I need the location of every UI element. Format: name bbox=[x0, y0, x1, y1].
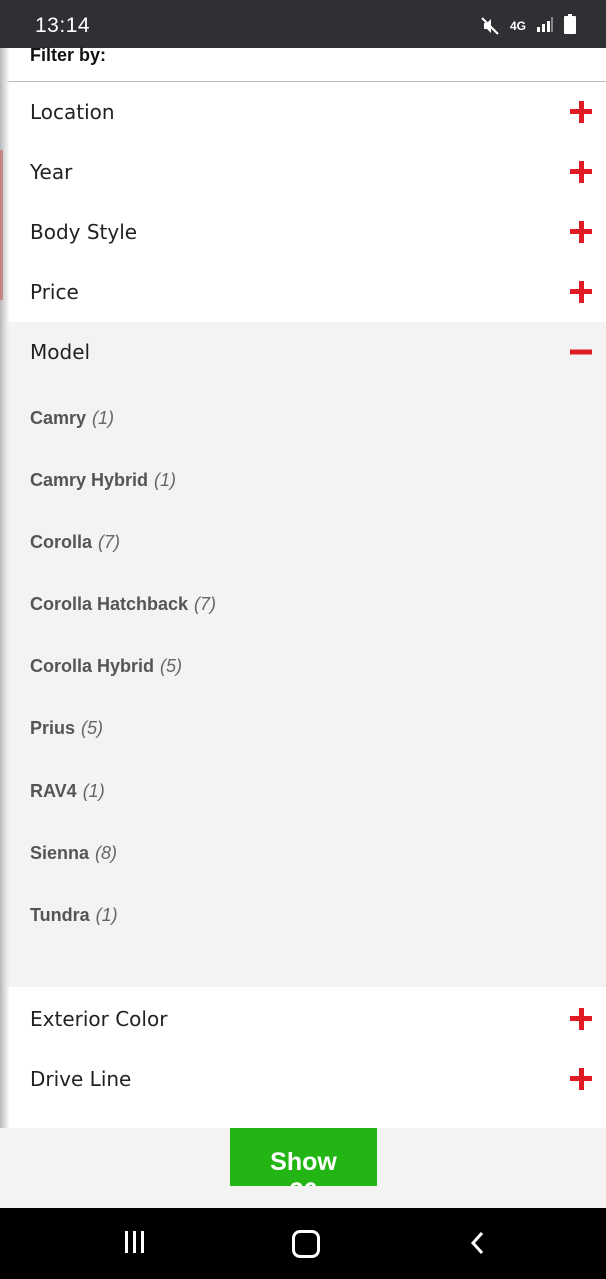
filter-row-label: Price bbox=[30, 280, 79, 304]
model-option-corolla-hatchback[interactable]: Corolla Hatchback (7) bbox=[30, 594, 216, 615]
show-results-button[interactable]: Show 36 bbox=[230, 1128, 377, 1186]
model-option-count: (8) bbox=[95, 843, 118, 863]
plus-icon[interactable] bbox=[570, 221, 592, 243]
model-option-name: Camry Hybrid bbox=[30, 470, 149, 490]
filter-page: Filter by: Location Year Body Style Pric… bbox=[0, 45, 606, 1128]
filter-row-body-style[interactable]: Body Style bbox=[0, 202, 606, 262]
model-option-name: RAV4 bbox=[30, 781, 77, 801]
model-option-camry-hybrid[interactable]: Camry Hybrid (1) bbox=[30, 470, 176, 491]
filter-row-year[interactable]: Year bbox=[0, 142, 606, 202]
model-option-count: (1) bbox=[154, 470, 177, 490]
home-icon[interactable] bbox=[292, 1230, 320, 1258]
model-option-corolla[interactable]: Corolla (7) bbox=[30, 532, 120, 553]
model-option-name: Camry bbox=[30, 408, 87, 428]
model-option-rav4[interactable]: RAV4 (1) bbox=[30, 781, 105, 802]
status-bar: 13:14 4G bbox=[0, 0, 606, 48]
model-option-name: Sienna bbox=[30, 843, 90, 863]
recent-apps-icon[interactable] bbox=[122, 1231, 150, 1257]
system-nav-bar bbox=[0, 1208, 606, 1279]
filter-title: Filter by: bbox=[30, 45, 107, 65]
plus-icon[interactable] bbox=[570, 101, 592, 123]
plus-icon[interactable] bbox=[570, 1068, 592, 1090]
minus-icon[interactable] bbox=[570, 349, 592, 355]
filter-row-model[interactable]: Model bbox=[0, 322, 606, 382]
plus-icon[interactable] bbox=[570, 1008, 592, 1030]
filter-row-price[interactable]: Price bbox=[0, 262, 606, 322]
filter-row-label: Location bbox=[30, 100, 115, 124]
model-option-prius[interactable]: Prius (5) bbox=[30, 718, 103, 739]
back-icon[interactable] bbox=[468, 1230, 488, 1256]
battery-icon bbox=[564, 14, 576, 38]
mute-icon bbox=[480, 16, 500, 36]
model-option-count: (1) bbox=[92, 408, 115, 428]
filter-row-label: Year bbox=[30, 160, 73, 184]
model-option-count: (7) bbox=[194, 594, 217, 614]
model-option-name: Corolla bbox=[30, 532, 93, 552]
filter-row-exterior-color[interactable]: Exterior Color bbox=[0, 989, 606, 1049]
model-option-count: (1) bbox=[95, 905, 118, 925]
model-panel: Model Camry (1) Camry Hybrid (1) Corolla (7… bbox=[0, 322, 606, 987]
model-option-count: (5) bbox=[160, 656, 183, 676]
model-option-count: (1) bbox=[82, 781, 105, 801]
filter-row-location[interactable]: Location bbox=[0, 82, 606, 142]
status-icons: 4G bbox=[480, 14, 576, 38]
model-option-corolla-hybrid[interactable]: Corolla Hybrid (5) bbox=[30, 656, 182, 677]
filter-row-label: Model bbox=[30, 340, 91, 364]
model-option-count: (5) bbox=[81, 718, 104, 738]
signal-icon bbox=[536, 15, 554, 37]
plus-icon[interactable] bbox=[570, 281, 592, 303]
model-option-name: Corolla Hybrid bbox=[30, 656, 155, 676]
model-option-name: Tundra bbox=[30, 905, 90, 925]
show-button-label: Show bbox=[270, 1148, 337, 1176]
show-button-count: 36 bbox=[236, 1179, 371, 1186]
filter-row-label: Drive Line bbox=[30, 1067, 132, 1091]
filter-row-drive-line[interactable]: Drive Line bbox=[0, 1049, 606, 1109]
model-option-count: (7) bbox=[98, 532, 121, 552]
model-option-camry[interactable]: Camry (1) bbox=[30, 408, 114, 429]
status-time: 13:14 bbox=[35, 14, 91, 37]
network-label: 4G bbox=[509, 19, 526, 33]
filter-row-label: Body Style bbox=[30, 220, 138, 244]
filter-row-label: Exterior Color bbox=[30, 1007, 168, 1031]
model-option-tundra[interactable]: Tundra (1) bbox=[30, 905, 118, 926]
model-option-name: Prius bbox=[30, 718, 76, 738]
model-option-name: Corolla Hatchback bbox=[30, 594, 189, 614]
background-accent bbox=[0, 150, 3, 300]
plus-icon[interactable] bbox=[570, 161, 592, 183]
model-option-sienna[interactable]: Sienna (8) bbox=[30, 843, 117, 864]
